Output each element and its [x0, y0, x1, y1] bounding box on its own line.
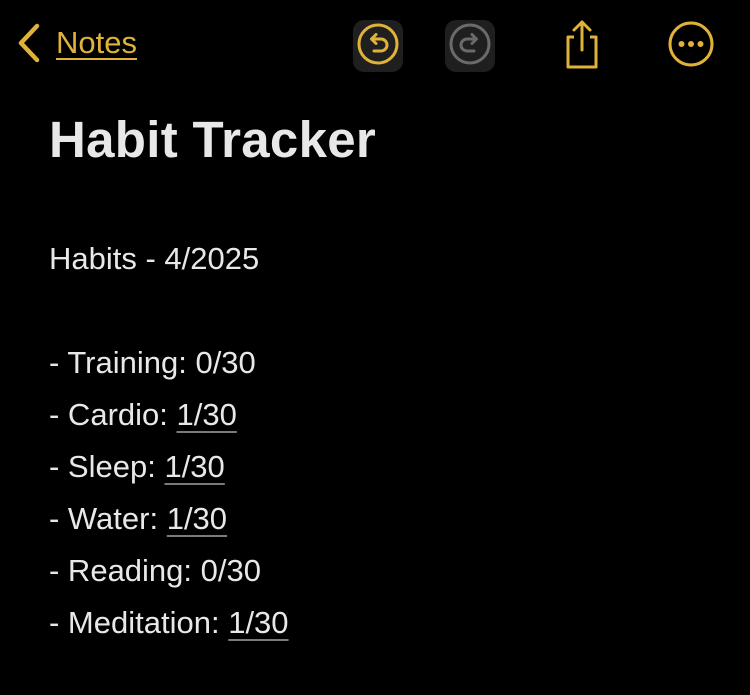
habit-value-link[interactable]: 1/30 — [164, 449, 224, 484]
habit-label: - Sleep: — [49, 449, 165, 484]
habit-item: - Training: 0/30 — [49, 337, 729, 389]
habit-label: - Water: — [49, 501, 167, 536]
habit-list: - Training: 0/30 - Cardio: 1/30 - Sleep:… — [49, 337, 729, 649]
habit-value: 0/30 — [200, 553, 261, 588]
habit-item: - Reading: 0/30 — [49, 545, 729, 597]
share-icon — [560, 17, 604, 76]
habit-value-link[interactable]: 1/30 — [228, 605, 288, 640]
back-label: Notes — [56, 25, 137, 60]
habit-value-link[interactable]: 1/30 — [167, 501, 227, 536]
undo-button[interactable] — [353, 20, 403, 72]
habit-item: - Cardio: 1/30 — [49, 389, 729, 441]
note-heading: Habits - 4/2025 — [49, 241, 260, 276]
ellipsis-circle-icon — [667, 20, 715, 73]
undo-icon — [356, 22, 400, 71]
habit-label: - Training: — [49, 345, 196, 380]
share-button[interactable] — [558, 18, 606, 74]
habit-item: - Sleep: 1/30 — [49, 441, 729, 493]
redo-icon — [448, 22, 492, 71]
note-body[interactable]: Habit Tracker Habits - 4/2025 - Training… — [49, 108, 729, 649]
back-button[interactable]: Notes — [16, 22, 137, 64]
habit-item: - Water: 1/30 — [49, 493, 729, 545]
habit-item: - Meditation: 1/30 — [49, 597, 729, 649]
habit-value-link[interactable]: 1/30 — [176, 397, 236, 432]
more-button[interactable] — [667, 20, 715, 73]
habit-label: - Cardio: — [49, 397, 177, 432]
chevron-left-icon — [16, 22, 42, 64]
habit-value: 0/30 — [195, 345, 256, 380]
habit-label: - Meditation: — [49, 605, 229, 640]
navigation-bar: Notes — [0, 0, 750, 95]
redo-button[interactable] — [445, 20, 495, 72]
habit-label: - Reading: — [49, 553, 201, 588]
note-title: Habit Tracker — [49, 111, 377, 168]
